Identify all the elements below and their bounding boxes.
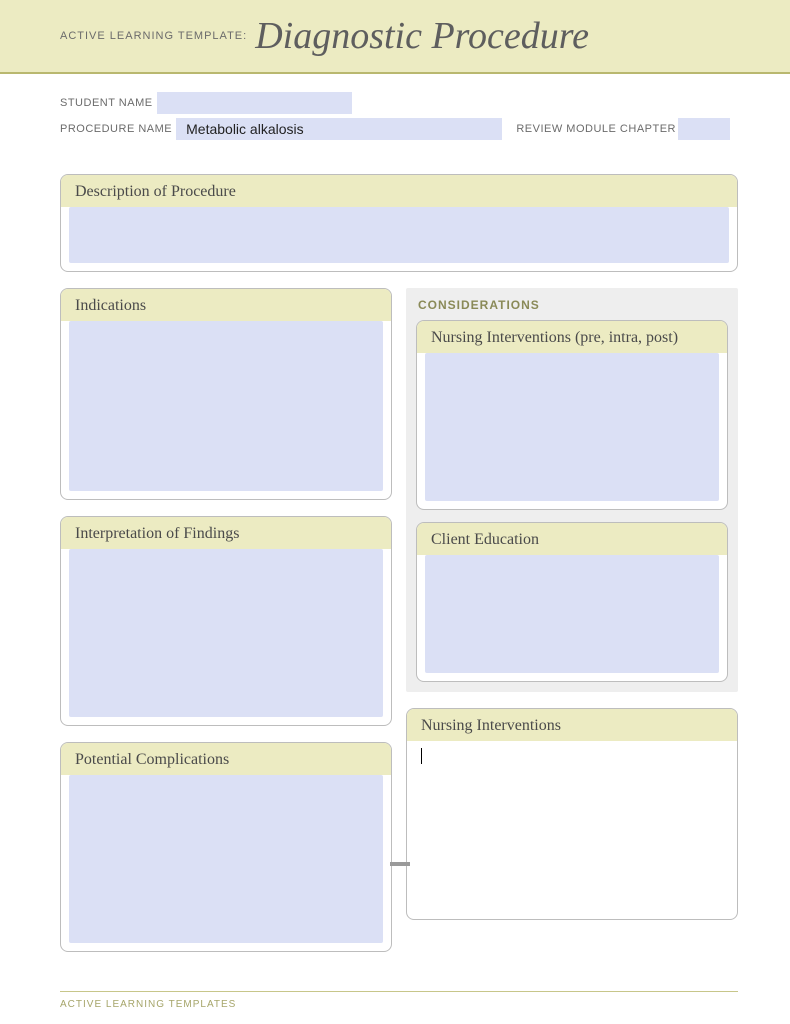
text-cursor-icon (421, 748, 422, 764)
description-box: Description of Procedure (60, 174, 738, 272)
interpretation-body[interactable] (69, 549, 383, 717)
meta-section: STUDENT NAME PROCEDURE NAME Metabolic al… (0, 74, 790, 154)
interpretation-title: Interpretation of Findings (61, 517, 391, 549)
nursing-pre-body[interactable] (425, 353, 719, 501)
student-row: STUDENT NAME (60, 92, 730, 114)
chapter-field[interactable] (678, 118, 730, 140)
indications-body[interactable] (69, 321, 383, 491)
indications-title: Indications (61, 289, 391, 321)
student-name-field[interactable] (157, 92, 352, 114)
potential-complications-title: Potential Complications (61, 743, 391, 775)
nursing-interventions-body[interactable] (415, 741, 729, 911)
description-title: Description of Procedure (61, 175, 737, 207)
client-education-box: Client Education (416, 522, 728, 682)
page-title: Diagnostic Procedure (255, 14, 589, 58)
nursing-interventions-title: Nursing Interventions (407, 709, 737, 741)
procedure-name-label: PROCEDURE NAME (60, 123, 172, 135)
nursing-pre-title: Nursing Interventions (pre, intra, post) (417, 321, 727, 353)
interpretation-box: Interpretation of Findings (60, 516, 392, 726)
nursing-pre-box: Nursing Interventions (pre, intra, post) (416, 320, 728, 510)
considerations-label: CONSIDERATIONS (416, 288, 728, 320)
header-banner: ACTIVE LEARNING TEMPLATE: Diagnostic Pro… (0, 0, 790, 74)
student-name-label: STUDENT NAME (60, 97, 153, 109)
template-prefix: ACTIVE LEARNING TEMPLATE: (60, 30, 247, 42)
nursing-interventions-box: Nursing Interventions (406, 708, 738, 920)
client-education-body[interactable] (425, 555, 719, 673)
procedure-row: PROCEDURE NAME Metabolic alkalosis REVIE… (60, 118, 730, 140)
considerations-panel: CONSIDERATIONS Nursing Interventions (pr… (406, 288, 738, 692)
potential-complications-box: Potential Complications (60, 742, 392, 952)
content-area: Description of Procedure Indications Int… (0, 154, 790, 968)
potential-complications-body[interactable] (69, 775, 383, 943)
indications-box: Indications (60, 288, 392, 500)
footer-text: ACTIVE LEARNING TEMPLATES (60, 999, 236, 1010)
client-education-title: Client Education (417, 523, 727, 555)
chapter-label: REVIEW MODULE CHAPTER (516, 123, 676, 135)
description-body[interactable] (69, 207, 729, 263)
divider-stub (390, 862, 410, 866)
footer: ACTIVE LEARNING TEMPLATES (60, 991, 738, 1012)
procedure-name-field[interactable]: Metabolic alkalosis (176, 118, 502, 140)
